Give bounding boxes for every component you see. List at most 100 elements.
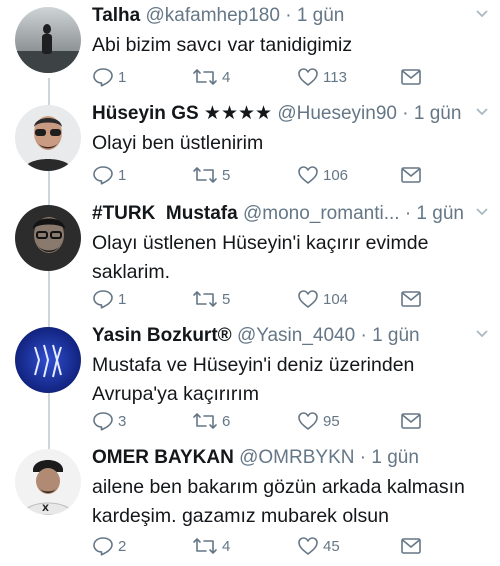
tweet-header: #TURK Mustafa @mono_romanti... · 1 gün (92, 200, 490, 228)
like-button[interactable]: 113 (297, 64, 347, 90)
timestamp[interactable]: · 1 gün (402, 103, 461, 124)
dm-button[interactable] (400, 408, 426, 434)
heart-icon (298, 68, 318, 86)
avatar-image (15, 205, 81, 271)
retweet-count: 4 (222, 68, 231, 86)
tweet-text: Mustafa ve Hüseyin'i deniz üzerinden Avr… (92, 354, 415, 405)
heart-icon (298, 290, 318, 308)
dm-button[interactable] (400, 286, 426, 312)
reply-button[interactable]: 1 (92, 286, 126, 312)
dm-button[interactable] (400, 533, 426, 559)
reply-button[interactable]: 1 (92, 64, 126, 90)
retweet-button[interactable]: 4 (192, 533, 230, 559)
reply-count: 1 (118, 68, 127, 86)
retweet-button[interactable]: 4 (192, 64, 230, 90)
avatar[interactable] (15, 205, 81, 271)
avatar[interactable] (15, 105, 81, 171)
like-button[interactable]: 95 (297, 408, 340, 434)
avatar[interactable] (15, 7, 81, 73)
retweet-button[interactable]: 5 (192, 286, 230, 312)
display-name[interactable]: Talha (92, 5, 140, 26)
retweet-count: 4 (222, 537, 231, 555)
avatar-image (15, 105, 81, 171)
chevron-down-icon[interactable] (474, 204, 490, 220)
heart-icon (298, 166, 318, 184)
user-handle[interactable]: @kafamhep180 (146, 5, 280, 26)
display-name[interactable]: Yasin Bozkurt® (92, 325, 232, 346)
avatar-image (15, 327, 81, 393)
reply-count: 2 (118, 537, 127, 555)
display-name[interactable]: #TURK Mustafa (92, 203, 238, 224)
like-button[interactable]: 45 (297, 533, 340, 559)
envelope-icon (401, 167, 421, 183)
tweet-header: Yasin Bozkurt® @Yasin_4040 · 1 gün (92, 322, 490, 350)
dm-button[interactable] (400, 64, 426, 90)
retweet-count: 6 (222, 412, 231, 430)
avatar-image (15, 7, 81, 73)
user-handle[interactable]: @mono_romanti... (243, 203, 400, 224)
tweet-text: Olayi ben üstlenirim (92, 132, 264, 154)
reply-icon (93, 412, 113, 431)
avatar[interactable] (15, 327, 81, 393)
user-handle[interactable]: @Hueseyin90 (277, 103, 397, 124)
retweet-icon (193, 413, 217, 429)
envelope-icon (401, 538, 421, 554)
reply-button[interactable]: 2 (92, 533, 126, 559)
reply-button[interactable]: 1 (92, 162, 126, 188)
display-name[interactable]: Hüseyin GS ★★★★ (92, 103, 272, 124)
like-count: 95 (323, 412, 340, 430)
avatar-image: X (15, 449, 81, 515)
chevron-down-icon[interactable] (474, 6, 490, 22)
tweet-header: Hüseyin GS ★★★★ @Hueseyin90 · 1 gün (92, 100, 490, 128)
like-button[interactable]: 106 (297, 162, 348, 188)
reply-icon (93, 166, 113, 185)
envelope-icon (401, 291, 421, 307)
tweet[interactable]: #TURK Mustafa @mono_romanti... · 1 gün O… (0, 198, 500, 320)
reply-button[interactable]: 3 (92, 408, 126, 434)
timestamp[interactable]: · 1 gün (360, 325, 419, 346)
tweet[interactable]: Yasin Bozkurt® @Yasin_4040 · 1 gün Musta… (0, 320, 500, 442)
retweet-button[interactable]: 5 (192, 162, 230, 188)
tweet-actions: 1 4 113 (92, 64, 500, 90)
reply-count: 1 (118, 166, 127, 184)
like-button[interactable]: 104 (297, 286, 348, 312)
tweet[interactable]: Talha @kafamhep180 · 1 gün Abi bizim sav… (0, 0, 500, 98)
dm-button[interactable] (400, 162, 426, 188)
heart-icon (298, 412, 318, 430)
retweet-icon (193, 69, 217, 85)
retweet-icon (193, 167, 217, 183)
chevron-down-icon[interactable] (474, 104, 490, 120)
timestamp[interactable]: · 1 gün (285, 5, 344, 26)
envelope-icon (401, 413, 421, 429)
reply-count: 1 (118, 290, 127, 308)
tweet-actions: 1 5 104 (92, 286, 500, 312)
chevron-down-icon[interactable] (474, 326, 490, 342)
like-count: 45 (323, 537, 340, 555)
tweet-text: Olayı üstlenen Hüseyin'i kaçırır evimde … (92, 232, 429, 283)
tweet[interactable]: Hüseyin GS ★★★★ @Hueseyin90 · 1 gün Olay… (0, 98, 500, 198)
heart-icon (298, 537, 318, 555)
tweet[interactable]: X OMER BAYKAN @OMRBYKN · 1 gün ailene be… (0, 442, 500, 566)
retweet-count: 5 (222, 166, 231, 184)
tweet-text: ailene ben bakarım gözün arkada kalmasın… (92, 476, 465, 527)
user-handle[interactable]: @Yasin_4040 (237, 325, 355, 346)
avatar[interactable]: X (15, 449, 81, 515)
svg-text:X: X (42, 504, 49, 514)
timestamp[interactable]: · 1 gün (360, 447, 419, 468)
tweet-header: Talha @kafamhep180 · 1 gün (92, 2, 490, 30)
like-count: 113 (323, 68, 347, 86)
tweet-header: OMER BAYKAN @OMRBYKN · 1 gün (92, 444, 490, 472)
tweet-actions: 1 5 106 (92, 162, 500, 188)
tweet-actions: 3 6 95 (92, 408, 500, 434)
retweet-button[interactable]: 6 (192, 408, 230, 434)
reply-icon (93, 537, 113, 556)
timestamp[interactable]: · 1 gün (405, 203, 464, 224)
like-count: 104 (323, 290, 349, 308)
reply-icon (93, 290, 113, 309)
retweet-icon (193, 291, 217, 307)
tweet-actions: 2 4 45 (92, 533, 500, 559)
user-handle[interactable]: @OMRBYKN (239, 447, 354, 468)
reply-count: 3 (118, 412, 127, 430)
tweet-text: Abi bizim savcı var tanidigimiz (92, 34, 353, 56)
display-name[interactable]: OMER BAYKAN (92, 447, 234, 468)
